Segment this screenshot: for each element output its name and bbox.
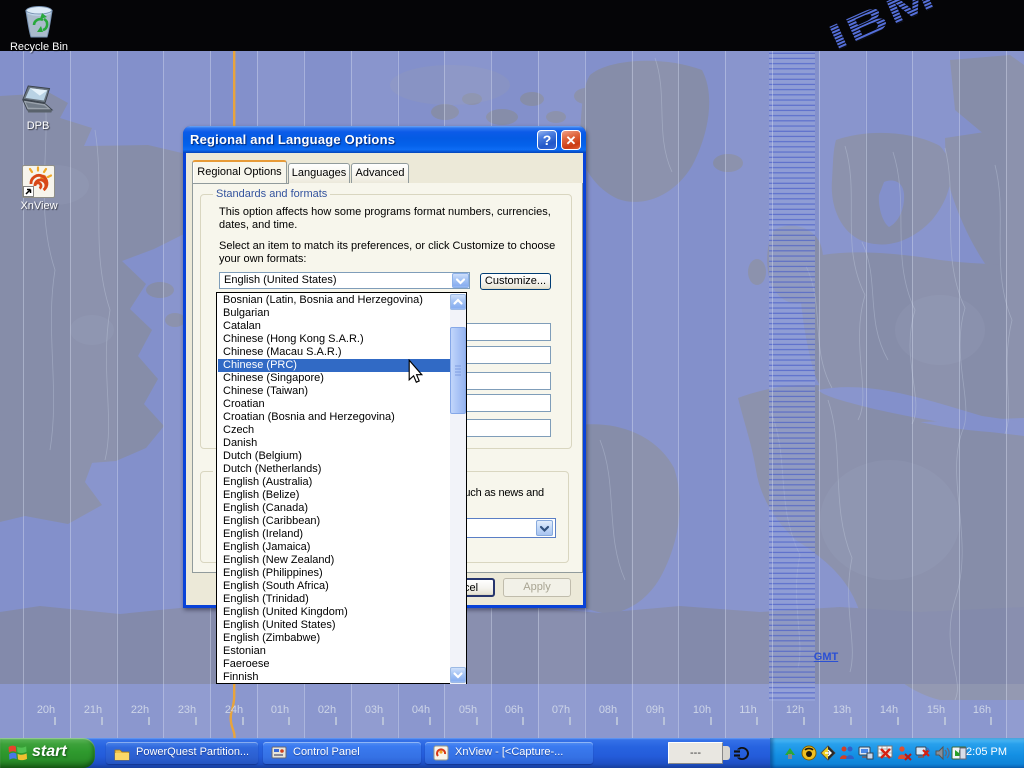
svg-text:IBM: IBM	[823, 0, 942, 55]
